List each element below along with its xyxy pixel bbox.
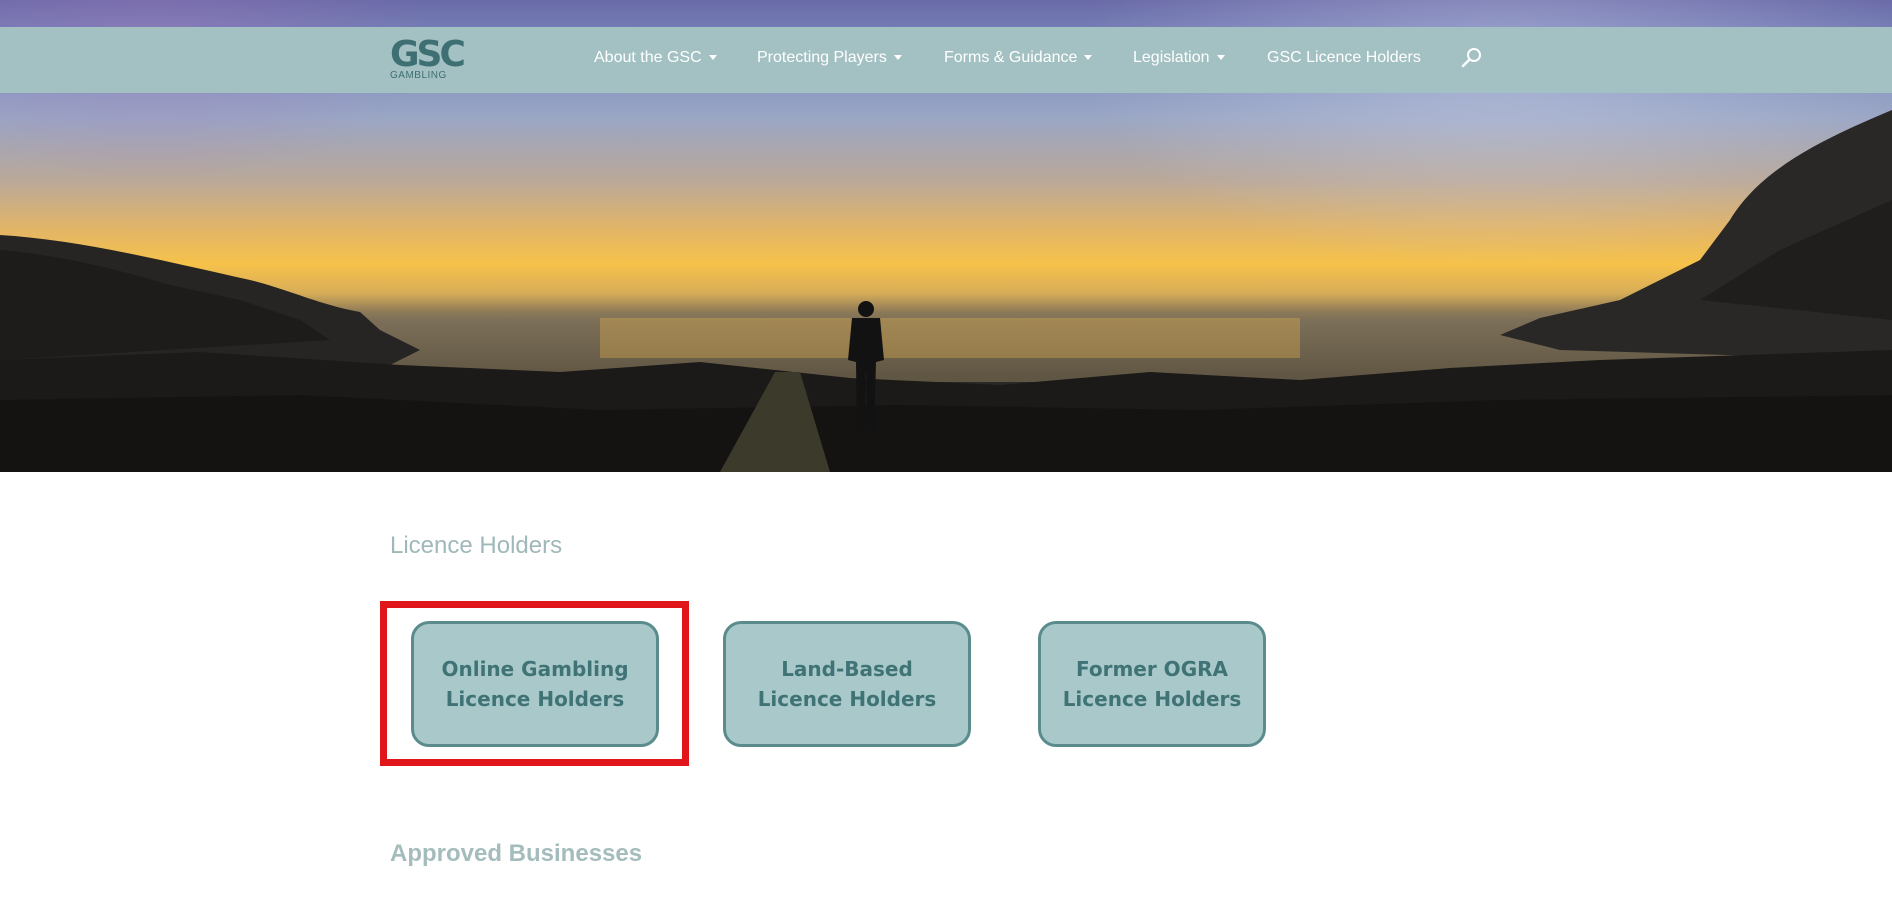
gsc-logo[interactable]: GSC GAMBLING [390,34,466,83]
nav-label: GSC Licence Holders [1267,49,1421,66]
tile-label-line2: Licence Holders [757,687,937,711]
caret-down-icon [893,55,902,61]
caret-down-icon [708,55,717,61]
highlight-box [380,601,689,766]
tile-label-line1: Former OGRA [1076,657,1228,681]
nav-label: Legislation [1133,49,1210,66]
nav-legislation[interactable]: Legislation [1133,49,1225,71]
logo-text: GSC [390,34,466,75]
licence-holders-heading: Licence Holders [390,532,563,559]
approved-businesses-heading: Approved Businesses [390,840,643,867]
former-ogra-licence-holders-button[interactable]: Former OGRA Licence Holders [1038,621,1266,747]
tile-label: Land-Based Licence Holders [758,654,937,714]
land-based-licence-holders-button[interactable]: Land-Based Licence Holders [723,621,971,747]
nav-label: Forms & Guidance [944,49,1078,66]
nav-forms-guidance[interactable]: Forms & Guidance [944,49,1093,71]
nav-protecting-players[interactable]: Protecting Players [757,49,902,71]
nav-label: Protecting Players [757,49,887,66]
caret-down-icon [1216,55,1225,61]
search-icon[interactable] [1460,46,1484,70]
nav-about-the-gsc[interactable]: About the GSC [594,49,717,71]
main-navbar: GSC GAMBLING About the GSC Protecting Pl… [0,27,1892,93]
tile-label-line2: Licence Holders [1062,687,1242,711]
tile-label-line1: Land-Based [781,657,913,681]
tile-label: Former OGRA Licence Holders [1063,654,1242,714]
nav-label: About the GSC [594,49,702,66]
nav-gsc-licence-holders[interactable]: GSC Licence Holders [1267,49,1421,71]
caret-down-icon [1084,55,1093,61]
